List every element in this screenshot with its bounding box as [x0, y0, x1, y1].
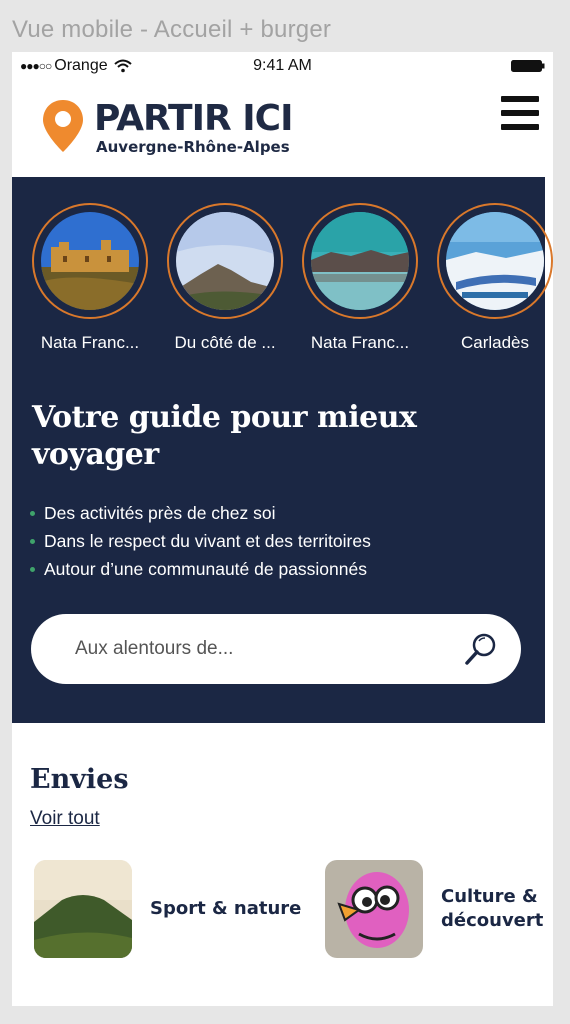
hero-section: Nata Franc... Du côté de ... Nata Franc.… [12, 177, 553, 723]
street-art-photo [325, 860, 423, 958]
story-label: Du côté de ... [174, 333, 276, 352]
snow-photo [446, 212, 544, 310]
feature-item: Des activités près de chez soi [30, 499, 371, 527]
category-card[interactable]: Culture & découvert [325, 859, 551, 959]
category-label: Sport & nature [150, 898, 302, 919]
category-card[interactable]: Sport & nature [34, 859, 301, 959]
status-bar: ●●●○○ Orange 9:41 AM [12, 52, 553, 80]
logo[interactable]: PARTIR ICI Auvergne-Rhône-Alpes [40, 98, 293, 156]
story-item[interactable]: Carladès [430, 203, 553, 353]
castle-photo [41, 212, 139, 310]
category-label: Culture & découvert [441, 886, 544, 931]
story-item[interactable]: Nata Franc... [295, 203, 425, 353]
map-pin-icon [43, 100, 83, 152]
see-all-link[interactable]: Voir tout [30, 808, 100, 830]
battery-icon [511, 60, 545, 72]
search-input[interactable] [73, 637, 437, 661]
section-title-envies: Envies [30, 764, 129, 795]
feature-item: Autour d’une communauté de passionnés [30, 555, 371, 583]
story-item[interactable]: Du côté de ... [160, 203, 290, 353]
phone-screen: ●●●○○ Orange 9:41 AM PARTIR ICI Auvergne… [12, 52, 553, 1006]
search-icon[interactable] [463, 631, 499, 667]
feature-item: Dans le respect du vivant et des territo… [30, 527, 371, 555]
volcano-photo [34, 860, 132, 958]
app-header: PARTIR ICI Auvergne-Rhône-Alpes [12, 80, 553, 176]
logo-subtitle: Auvergne-Rhône-Alpes [96, 138, 290, 156]
burger-menu-icon[interactable] [501, 96, 539, 134]
story-label: Nata Franc... [40, 333, 140, 352]
feature-list: Des activités près de chez soi Dans le r… [30, 499, 371, 583]
mountain-photo [176, 212, 274, 310]
stories-carousel[interactable]: Nata Franc... Du côté de ... Nata Franc.… [12, 203, 553, 363]
status-time: 9:41 AM [253, 57, 312, 74]
story-label: Nata Franc... [310, 333, 410, 352]
story-label: Carladès [460, 333, 530, 352]
story-item[interactable]: Nata Franc... [25, 203, 155, 353]
lake-photo [311, 212, 409, 310]
search-bar [31, 614, 521, 684]
logo-title: PARTIR ICI [94, 98, 293, 139]
hero-title: Votre guide pour mieux voyager [32, 400, 417, 472]
artboard-title: Vue mobile - Accueil + burger [12, 16, 332, 43]
